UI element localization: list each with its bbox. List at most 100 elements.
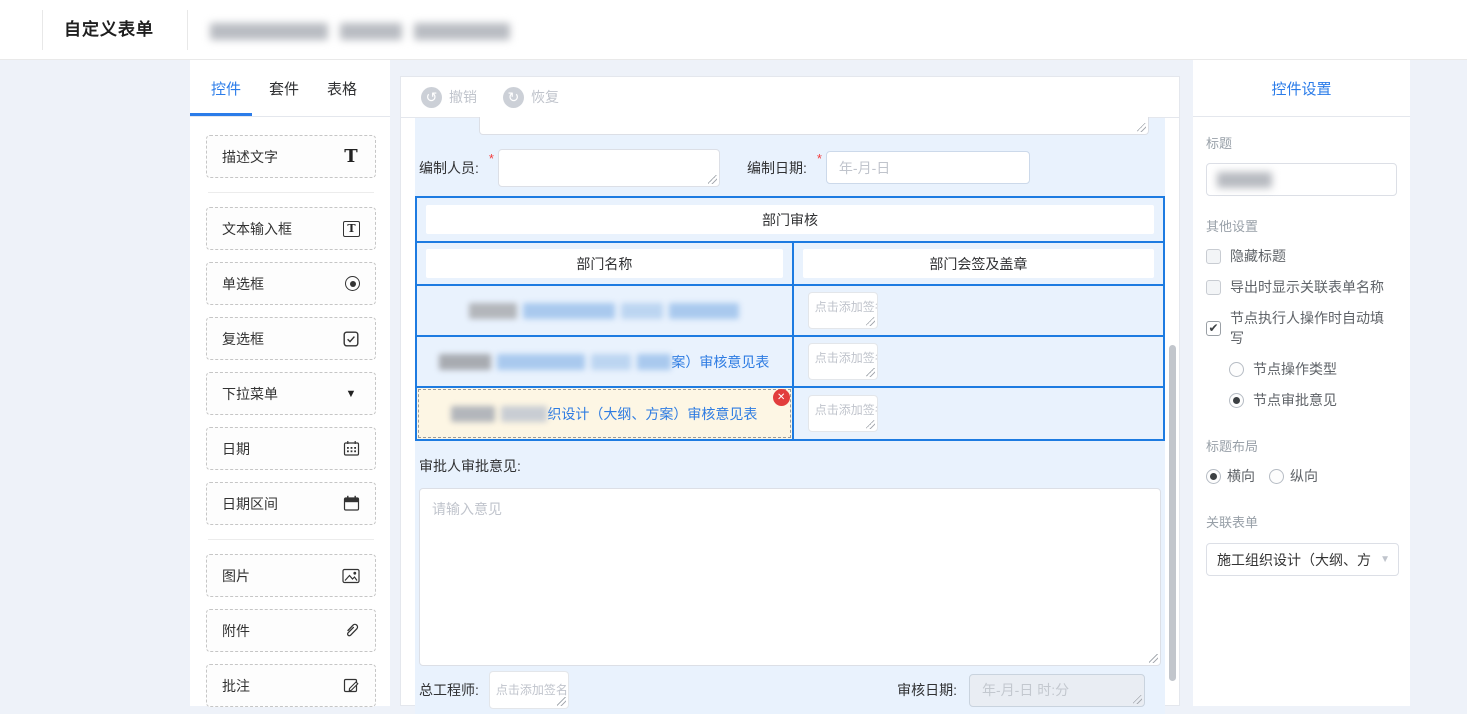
chief-engineer-label: 总工程师:	[419, 680, 479, 700]
text-icon: T	[342, 148, 360, 166]
page-title: 自定义表单	[64, 0, 154, 59]
compile-date-input[interactable]: 年-月-日	[826, 151, 1030, 184]
radio-row-node-approval-opinion[interactable]: 节点审批意见	[1229, 390, 1397, 410]
resize-grip-icon[interactable]	[1149, 654, 1158, 663]
header-divider	[187, 10, 188, 50]
signature-box[interactable]: 点击添加签名	[808, 343, 878, 380]
checkbox-checked-icon[interactable]: ✔	[1206, 321, 1221, 336]
textarea-partial[interactable]	[479, 117, 1149, 135]
checkbox-row-hide-title[interactable]: 隐藏标题	[1206, 246, 1397, 266]
resize-grip-icon[interactable]	[557, 697, 566, 706]
review-date-input[interactable]: 年-月-日 时:分	[969, 674, 1145, 707]
redo-button[interactable]: ↻ 恢复	[503, 87, 559, 108]
signature-box[interactable]: 点击添加签名	[489, 671, 569, 709]
resize-grip-icon[interactable]	[866, 317, 875, 326]
control-item-dropdown[interactable]: 下拉菜单 ▼	[206, 372, 376, 415]
radio-vertical[interactable]: 纵向	[1269, 466, 1318, 486]
opinion-textarea[interactable]: 请输入意见	[419, 488, 1161, 666]
signature-box[interactable]: 点击添加签名	[808, 292, 878, 329]
chevron-down-icon: ▼	[1380, 554, 1390, 565]
table-header-row: 部门名称 部门会签及盖章	[417, 243, 1163, 286]
page: 自定义表单 控件 套件 表格 描述文字 T 文本输入框 T 单选框	[0, 0, 1467, 706]
column-header-dept-name[interactable]: 部门名称	[417, 243, 794, 284]
redacted-text	[469, 303, 739, 319]
radio-row-node-operation-type[interactable]: 节点操作类型	[1229, 359, 1397, 379]
list-divider	[208, 192, 374, 193]
compiler-row: 编制人员: * 编制日期: * 年-月-日	[415, 139, 1165, 196]
title-section-label: 标题	[1206, 133, 1397, 152]
column-header-dept-seal[interactable]: 部门会签及盖章	[794, 243, 1163, 284]
redacted-text	[210, 23, 328, 40]
active-tab-underline	[190, 113, 252, 116]
selected-related-form-link[interactable]: 织设计（大纲、方案）审核意见表 ✕	[417, 388, 794, 439]
control-item-description-text[interactable]: 描述文字 T	[206, 135, 376, 178]
redacted-text	[451, 406, 547, 422]
control-item-annotation[interactable]: 批注	[206, 664, 376, 707]
related-form-link-redacted[interactable]	[417, 286, 794, 335]
undo-button[interactable]: ↺ 撤销	[421, 87, 477, 108]
header: 自定义表单	[0, 0, 1467, 60]
control-item-text-input[interactable]: 文本输入框 T	[206, 207, 376, 250]
table-row: 案）审核意见表 点击添加签名	[417, 337, 1163, 388]
control-item-attachment[interactable]: 附件	[206, 609, 376, 652]
checkbox-icon	[342, 330, 360, 348]
resize-grip-icon[interactable]	[1133, 695, 1142, 704]
redo-icon: ↻	[503, 87, 524, 108]
signature-box[interactable]: 点击添加签名	[808, 395, 878, 432]
redacted-text	[439, 354, 671, 370]
control-item-date-range[interactable]: 日期区间	[206, 482, 376, 525]
control-item-date[interactable]: 日期	[206, 427, 376, 470]
table-row: 点击添加签名	[417, 286, 1163, 337]
compiler-label: 编制人员:	[419, 158, 479, 178]
related-form-label: 关联表单	[1206, 512, 1397, 531]
checkbox-icon[interactable]	[1206, 280, 1221, 295]
resize-grip-icon[interactable]	[866, 368, 875, 377]
table-row-selected: 织设计（大纲、方案）审核意见表 ✕ 点击添加签名	[417, 388, 1163, 439]
control-item-image[interactable]: 图片	[206, 554, 376, 597]
radio-icon[interactable]	[1269, 469, 1284, 484]
compiler-input[interactable]	[498, 149, 720, 187]
tab-controls[interactable]: 控件	[211, 78, 241, 99]
form-sheet: 编制人员: * 编制日期: * 年-月-日 部门审核 部门名称 部门会签及盖章	[415, 118, 1165, 714]
title-layout-label: 标题布局	[1206, 436, 1397, 455]
control-item-checkbox[interactable]: 复选框	[206, 317, 376, 360]
related-form-link-tail: 案）审核意见表	[671, 352, 769, 372]
radio-icon[interactable]	[1229, 362, 1244, 377]
document-title-redacted	[210, 23, 510, 40]
dropdown-icon: ▼	[342, 385, 360, 403]
table-title-row[interactable]: 部门审核	[417, 198, 1163, 243]
image-icon	[342, 567, 360, 585]
signature-cell: 点击添加签名	[794, 388, 1163, 439]
checkbox-row-autofill[interactable]: ✔ 节点执行人操作时自动填写	[1206, 308, 1397, 348]
title-input[interactable]	[1206, 163, 1397, 196]
checkbox-icon[interactable]	[1206, 249, 1221, 264]
resize-grip-icon[interactable]	[708, 175, 717, 184]
tab-tables[interactable]: 表格	[327, 78, 357, 99]
redacted-text	[1217, 172, 1272, 188]
text-input-icon: T	[343, 221, 360, 237]
form-canvas: ↺ 撤销 ↻ 恢复 编制人员: * 编制日期: * 年-月-日	[400, 76, 1180, 706]
related-form-link-redacted[interactable]: 案）审核意见表	[417, 337, 794, 386]
settings-panel: 控件设置 标题 其他设置 隐藏标题 导出时显示关联表单名称 ✔ 节点执行人操作时…	[1193, 60, 1410, 706]
other-settings-label: 其他设置	[1206, 216, 1397, 235]
date-icon	[342, 440, 360, 458]
panel-tabs: 控件 套件 表格	[190, 60, 390, 117]
resize-grip-icon[interactable]	[866, 420, 875, 429]
radio-horizontal[interactable]: 横向	[1206, 466, 1255, 486]
annotation-icon	[342, 677, 360, 695]
required-asterisk: *	[817, 151, 822, 166]
control-list: 描述文字 T 文本输入框 T 单选框 复选框 下拉菜单 ▼	[190, 117, 390, 707]
canvas-toolbar: ↺ 撤销 ↻ 恢复	[401, 77, 1179, 118]
resize-grip-icon[interactable]	[1137, 123, 1146, 132]
tab-kits[interactable]: 套件	[269, 78, 299, 99]
radio-selected-icon[interactable]	[1206, 469, 1221, 484]
radio-selected-icon[interactable]	[1229, 393, 1244, 408]
control-item-radio[interactable]: 单选框	[206, 262, 376, 305]
department-review-table: 部门审核 部门名称 部门会签及盖章	[415, 196, 1165, 441]
checkbox-row-show-related-name[interactable]: 导出时显示关联表单名称	[1206, 277, 1397, 297]
redacted-text	[340, 23, 402, 40]
canvas-scrollbar[interactable]	[1169, 345, 1176, 681]
delete-icon[interactable]: ✕	[773, 389, 790, 406]
radio-icon	[345, 276, 360, 291]
related-form-select[interactable]: 施工组织设计（大纲、方 ▼	[1206, 543, 1399, 576]
